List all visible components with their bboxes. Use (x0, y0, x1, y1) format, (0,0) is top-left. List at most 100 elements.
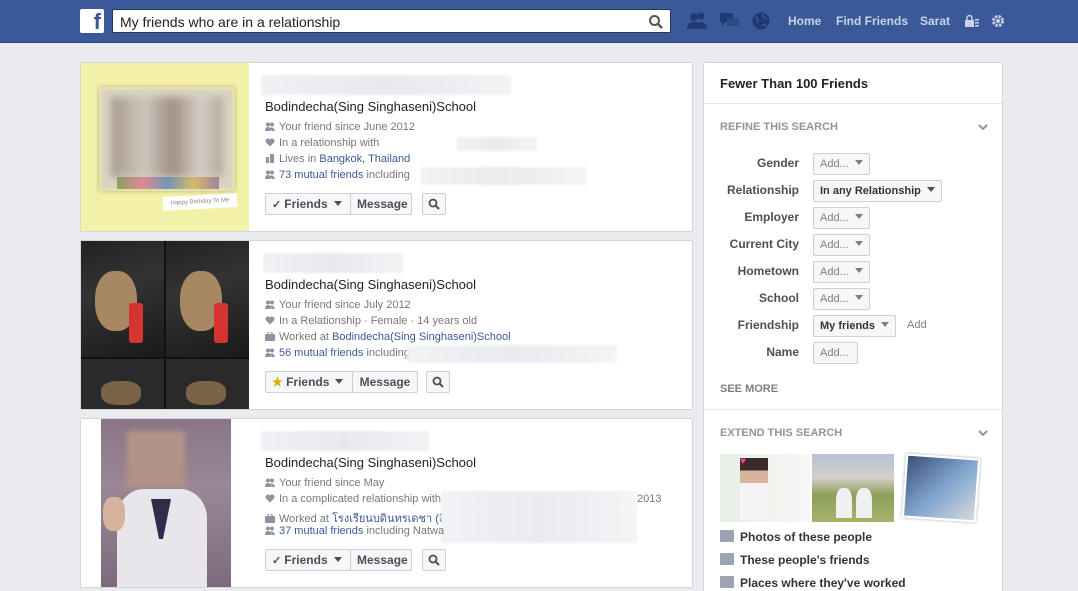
blurred-partner (457, 137, 537, 151)
search-mutual-button[interactable] (426, 371, 450, 393)
notifications-globe-icon[interactable] (750, 11, 772, 31)
filter-friendship-dropdown[interactable]: My friends (813, 315, 897, 337)
facebook-logo-icon[interactable]: f (80, 9, 104, 34)
heart-icon: ♥ (740, 456, 746, 467)
photo-thumbnail[interactable] (901, 453, 981, 523)
filter-label-school: School (758, 291, 799, 305)
friends-small-icon (265, 122, 275, 131)
blurred-name[interactable] (261, 75, 511, 95)
relationship-status: In a complicated relationship with (265, 493, 441, 505)
profile-photo[interactable]: Happy Birthday To Me (81, 63, 249, 231)
search-result-card: Bodindecha(Sing Singhaseni)School Your f… (80, 240, 693, 410)
photo-thumbnail[interactable] (812, 454, 894, 522)
blurred-mutual-names (421, 167, 587, 185)
employer-link[interactable]: Bodindecha(Sing Singhaseni)School (332, 331, 511, 343)
friend-since-text: Your friend since July 2012 (279, 299, 411, 311)
heart-icon (265, 138, 275, 147)
find-friends-link[interactable]: Find Friends (836, 14, 908, 28)
chevron-down-icon (926, 187, 935, 192)
profile-photo[interactable] (81, 241, 249, 409)
these-peoples-friends-link[interactable]: These people's friends (720, 553, 870, 567)
friends-dropdown-button[interactable]: ✓ Friends (265, 193, 351, 215)
check-icon: ✓ (272, 555, 285, 567)
relationship-date: 2013 (637, 493, 662, 505)
friend-requests-icon[interactable] (686, 11, 708, 31)
sidebar-title: Fewer Than 100 Friends (720, 76, 869, 91)
chevron-down-icon (335, 379, 344, 384)
friends-label: Friends (284, 553, 328, 567)
search-filters-sidebar: Fewer Than 100 Friends REFINE THIS SEARC… (703, 62, 1003, 591)
privacy-shortcuts-icon[interactable] (964, 14, 980, 28)
blurred-name[interactable] (263, 253, 403, 273)
search-mutual-button[interactable] (422, 193, 446, 215)
friends-dropdown-button[interactable]: ★ Friends (265, 371, 353, 393)
messages-icon[interactable] (718, 11, 740, 31)
photos-of-these-people-link[interactable]: Photos of these people (720, 530, 872, 544)
result-school[interactable]: Bodindecha(Sing Singhaseni)School (265, 455, 476, 470)
filter-school-dropdown[interactable]: Add... (813, 288, 870, 310)
employer-link[interactable]: โรงเรียนบดินทรเดชา (สิ (332, 513, 446, 525)
chevron-down-icon[interactable] (978, 430, 988, 436)
filter-name-input[interactable]: Add... (813, 342, 858, 364)
message-button[interactable]: Message (350, 193, 412, 215)
friends-dropdown-button[interactable]: ✓ Friends (265, 549, 351, 571)
settings-gear-icon[interactable] (991, 14, 1005, 28)
chevron-down-icon (854, 160, 863, 165)
search-icon[interactable] (648, 14, 664, 30)
search-mutual-button[interactable] (422, 549, 446, 571)
profile-link[interactable]: Sarat (920, 14, 950, 28)
search-result-card: Bodindecha(Sing Singhaseni)School Your f… (80, 418, 693, 588)
filter-current-city-dropdown[interactable]: Add... (813, 234, 870, 256)
city-link[interactable]: Bangkok, Thailand (319, 153, 410, 165)
relationship-text: In a relationship with (279, 137, 380, 149)
refine-search-heading: REFINE THIS SEARCH (720, 121, 838, 133)
mutual-friends-icon (265, 348, 275, 357)
mutual-friends: 73 mutual friends including (265, 169, 410, 181)
worked-at: Worked at Bodindecha(Sing Singhaseni)Sch… (265, 331, 511, 343)
filter-value: Add... (820, 239, 849, 251)
filter-value: Add... (820, 266, 849, 278)
chevron-down-icon[interactable] (978, 124, 988, 130)
mutual-friends: 56 mutual friends including (265, 347, 410, 359)
filter-relationship-dropdown[interactable]: In any Relationship (813, 180, 942, 202)
star-icon: ★ (272, 375, 287, 389)
mutual-friends: 37 mutual friends including Natwa (265, 525, 444, 537)
photo-thumbnail[interactable]: ♥ (720, 454, 810, 522)
see-more-link[interactable]: SEE MORE (720, 383, 778, 395)
filter-label-relationship: Relationship (726, 183, 799, 197)
result-school[interactable]: Bodindecha(Sing Singhaseni)School (265, 99, 476, 114)
friends-label: Friends (286, 375, 330, 389)
filter-hometown-dropdown[interactable]: Add... (813, 261, 870, 283)
blurred-name[interactable] (261, 431, 429, 451)
mutual-friends-link[interactable]: 56 mutual friends (279, 347, 363, 359)
message-button[interactable]: Message (350, 549, 412, 571)
chevron-down-icon (854, 241, 863, 246)
briefcase-icon (265, 514, 275, 523)
worked-at-prefix: Worked at (279, 331, 332, 343)
filter-employer-dropdown[interactable]: Add... (813, 207, 870, 229)
filter-label-gender: Gender (756, 156, 799, 170)
places-worked-link[interactable]: Places where they've worked (720, 576, 906, 590)
mutual-friends-link[interactable]: 73 mutual friends (279, 169, 363, 181)
heart-icon (265, 494, 275, 503)
mutual-friends-icon (265, 526, 275, 535)
filter-value: Add... (820, 293, 849, 305)
filter-label-employer: Employer (744, 210, 799, 224)
filter-gender-dropdown[interactable]: Add... (813, 153, 870, 175)
relationship-text: In a Relationship · Female · 14 years ol… (279, 315, 478, 327)
chevron-down-icon (881, 322, 890, 327)
message-button[interactable]: Message (352, 371, 418, 393)
home-link[interactable]: Home (788, 14, 821, 28)
lives-in-prefix: Lives in (279, 153, 320, 165)
chevron-down-icon (854, 268, 863, 273)
check-icon: ✓ (272, 199, 285, 211)
friendship-add-link[interactable]: Add (907, 319, 927, 331)
search-input[interactable]: My friends who are in a relationship (112, 9, 671, 33)
extend-link-label: Places where they've worked (740, 576, 906, 590)
result-school[interactable]: Bodindecha(Sing Singhaseni)School (265, 277, 476, 292)
mutual-friends-link[interactable]: 37 mutual friends (279, 525, 363, 537)
profile-photo[interactable] (101, 419, 231, 587)
friend-since-text: Your friend since June 2012 (279, 121, 415, 133)
friends-icon (720, 553, 734, 565)
home-city-icon (266, 154, 274, 163)
